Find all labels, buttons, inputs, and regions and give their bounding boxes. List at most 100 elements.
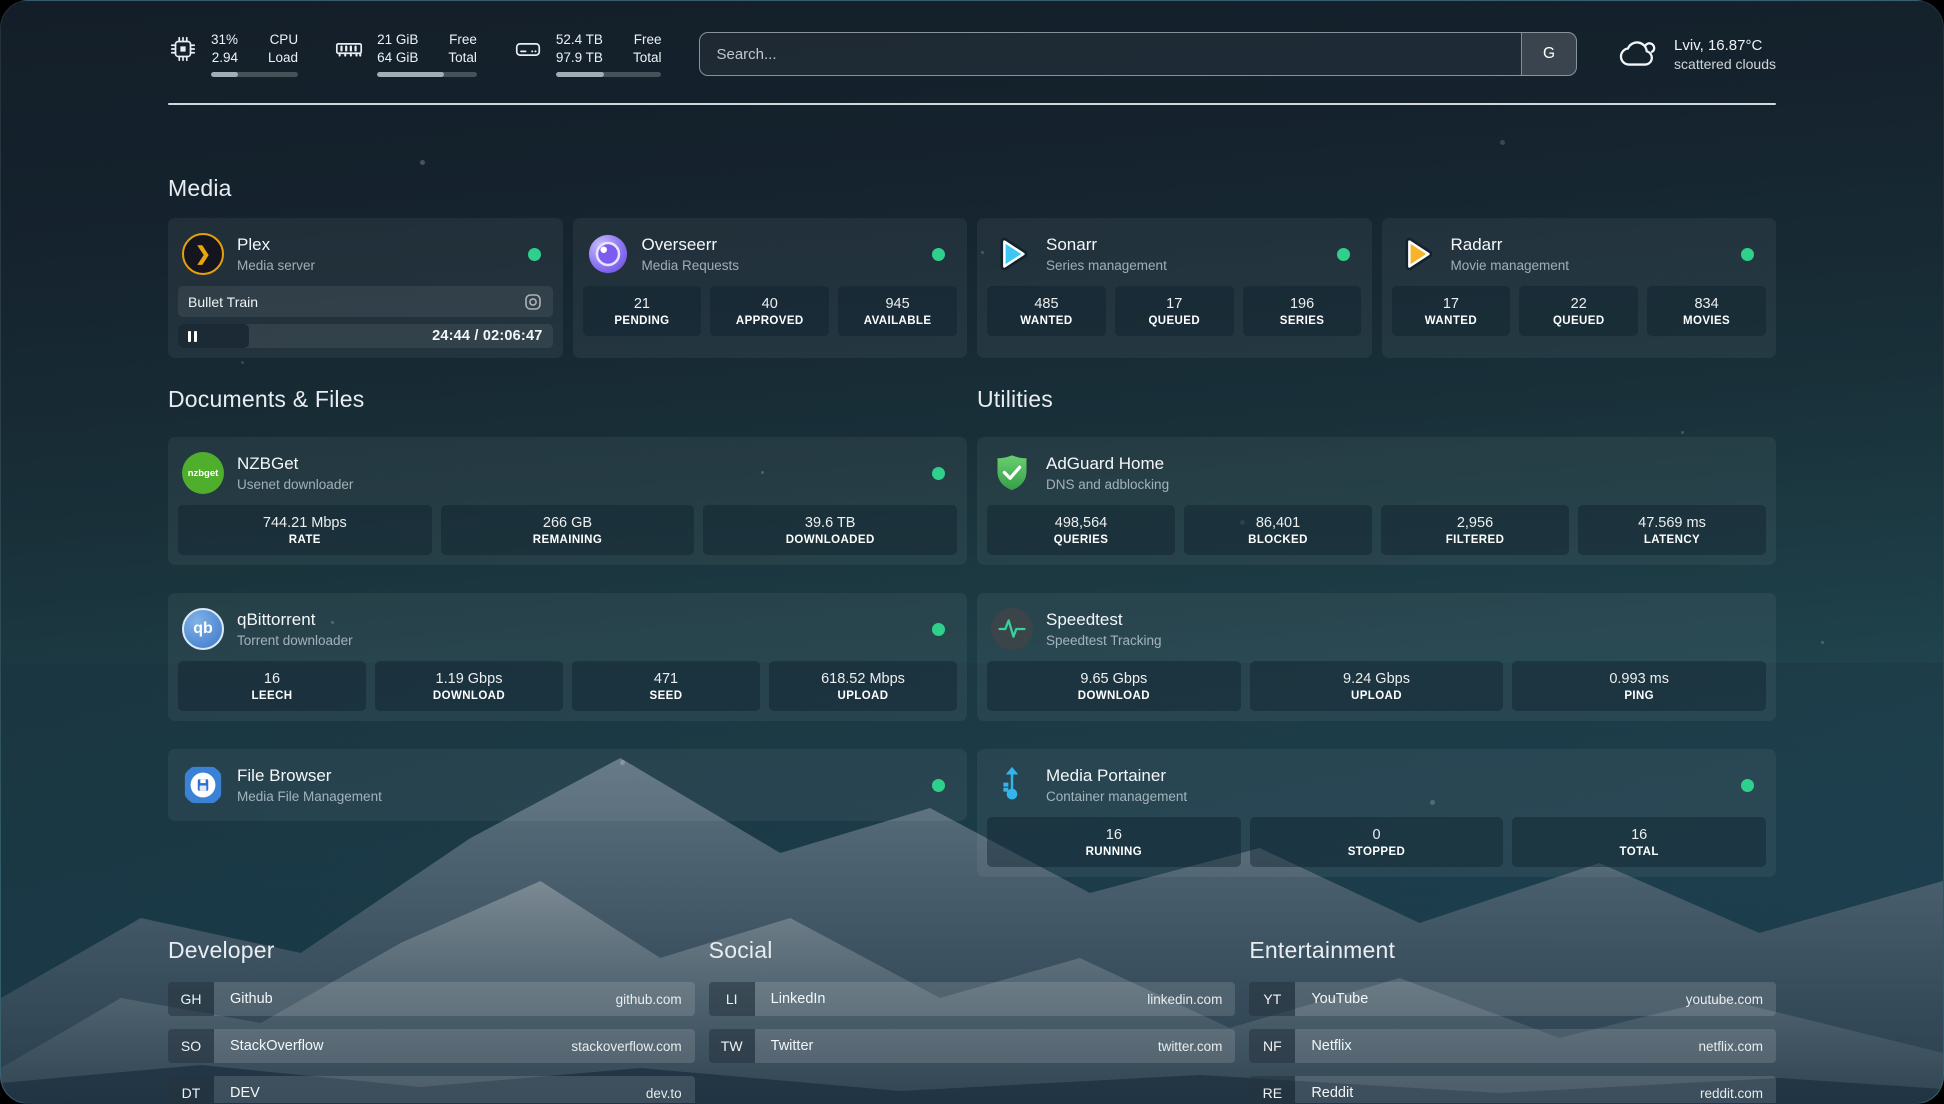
service-title: Sonarr: [1046, 235, 1167, 255]
now-playing-row: Bullet Train: [178, 286, 553, 317]
status-dot: [932, 623, 945, 636]
status-dot: [1741, 779, 1754, 792]
stat-box: 86,401BLOCKED: [1184, 505, 1372, 555]
search-provider-button[interactable]: G: [1521, 33, 1576, 75]
pause-button[interactable]: [188, 331, 197, 342]
bookmark-dev[interactable]: DT DEV dev.to: [168, 1076, 695, 1104]
service-title: File Browser: [237, 766, 382, 786]
section-heading-developer: Developer: [168, 937, 695, 964]
bookmark-linkedin[interactable]: LI LinkedIn linkedin.com: [709, 982, 1236, 1016]
bookmark-domain: reddit.com: [1700, 1086, 1776, 1101]
bookmark-twitter[interactable]: TW Twitter twitter.com: [709, 1029, 1236, 1063]
radarr-icon: [1396, 233, 1438, 275]
overseerr-icon: [587, 233, 629, 275]
status-dot: [1337, 248, 1350, 261]
service-title: Media Portainer: [1046, 766, 1187, 786]
top-bar: 31% 2.94 CPU Load: [168, 1, 1776, 77]
dashboard-screen: 31% 2.94 CPU Load: [0, 0, 1944, 1104]
bookmark-reddit[interactable]: RE Reddit reddit.com: [1249, 1076, 1776, 1104]
memory-total-value: 64 GiB: [377, 49, 418, 67]
stat-box: 9.65 GbpsDOWNLOAD: [987, 661, 1241, 711]
cpu-load-label: Load: [268, 49, 298, 67]
section-utilities: Utilities: [977, 386, 1776, 877]
bookmark-abbr: SO: [168, 1029, 214, 1063]
stat-box: 0STOPPED: [1250, 817, 1504, 867]
section-documents: Documents & Files nzbget NZBGet Usenet d…: [168, 386, 967, 877]
service-card-portainer[interactable]: Media Portainer Container management 16R…: [977, 749, 1776, 877]
bookmark-name: Github: [214, 991, 616, 1007]
header-divider: [168, 103, 1776, 105]
section-heading-entertainment: Entertainment: [1249, 937, 1776, 964]
service-title: Radarr: [1451, 235, 1570, 255]
cpu-stat: 31% 2.94 CPU Load: [168, 31, 298, 77]
section-developer: Developer GH Github github.com SO StackO…: [168, 937, 695, 1104]
service-subtitle: Media File Management: [237, 789, 382, 804]
service-card-sonarr[interactable]: Sonarr Series management 485WANTED 17QUE…: [977, 218, 1372, 358]
service-card-speedtest[interactable]: Speedtest Speedtest Tracking 9.65 GbpsDO…: [977, 593, 1776, 721]
stat-box: 1.19 GbpsDOWNLOAD: [375, 661, 563, 711]
status-dot: [528, 248, 541, 261]
section-heading-documents: Documents & Files: [168, 386, 967, 413]
bookmark-abbr: DT: [168, 1076, 214, 1104]
stat-box: 22QUEUED: [1519, 286, 1638, 336]
bookmark-domain: netflix.com: [1698, 1039, 1776, 1054]
stat-box: 21PENDING: [583, 286, 702, 336]
scattered-clouds-icon: [1615, 31, 1661, 77]
weather-condition: scattered clouds: [1674, 56, 1776, 72]
cpu-usage-label: CPU: [270, 31, 299, 49]
section-heading-social: Social: [709, 937, 1236, 964]
speedtest-icon: [991, 608, 1033, 650]
section-social: Social LI LinkedIn linkedin.com TW Twitt…: [709, 937, 1236, 1104]
bookmark-github[interactable]: GH Github github.com: [168, 982, 695, 1016]
service-subtitle: DNS and adblocking: [1046, 477, 1169, 492]
status-dot: [932, 248, 945, 261]
service-card-radarr[interactable]: Radarr Movie management 17WANTED 22QUEUE…: [1382, 218, 1777, 358]
bookmark-domain: github.com: [616, 992, 695, 1007]
cpu-icon: [168, 34, 198, 64]
search-input[interactable]: [700, 33, 1521, 75]
stat-box: 945AVAILABLE: [838, 286, 957, 336]
bookmark-domain: youtube.com: [1686, 992, 1776, 1007]
disk-free-value: 52.4 TB: [556, 31, 603, 49]
service-card-adguard[interactable]: AdGuard Home DNS and adblocking 498,564Q…: [977, 437, 1776, 565]
bookmark-netflix[interactable]: NF Netflix netflix.com: [1249, 1029, 1776, 1063]
status-dot: [932, 467, 945, 480]
bookmark-domain: stackoverflow.com: [571, 1039, 694, 1054]
service-card-nzbget[interactable]: nzbget NZBGet Usenet downloader 744.21 M…: [168, 437, 967, 565]
bookmark-stackoverflow[interactable]: SO StackOverflow stackoverflow.com: [168, 1029, 695, 1063]
stat-box: 17QUEUED: [1115, 286, 1234, 336]
sonarr-icon: [991, 233, 1033, 275]
service-card-plex[interactable]: ❯ Plex Media server Bullet Train: [168, 218, 563, 358]
now-playing-title: Bullet Train: [188, 294, 258, 310]
stat-box: 485WANTED: [987, 286, 1106, 336]
service-card-overseerr[interactable]: Overseerr Media Requests 21PENDING 40APP…: [573, 218, 968, 358]
portainer-icon: [991, 764, 1033, 806]
disk-stat: 52.4 TB 97.9 TB Free Total: [513, 31, 662, 77]
stat-box: 39.6 TBDOWNLOADED: [703, 505, 957, 555]
stat-box: 17WANTED: [1392, 286, 1511, 336]
service-card-filebrowser[interactable]: File Browser Media File Management: [168, 749, 967, 821]
playback-time: 24:44 / 02:06:47: [432, 324, 542, 348]
bookmark-name: LinkedIn: [755, 991, 1148, 1007]
bookmark-youtube[interactable]: YT YouTube youtube.com: [1249, 982, 1776, 1016]
weather-widget[interactable]: Lviv, 16.87°C scattered clouds: [1615, 31, 1776, 77]
disk-total-label: Total: [633, 49, 662, 67]
section-media: Media ❯ Plex Media server Bullet Train: [168, 175, 1776, 358]
service-subtitle: Series management: [1046, 258, 1167, 273]
service-card-qbittorrent[interactable]: qb qBittorrent Torrent downloader 16LEEC…: [168, 593, 967, 721]
stat-box: 2,956FILTERED: [1381, 505, 1569, 555]
stat-box: 834MOVIES: [1647, 286, 1766, 336]
bookmark-abbr: YT: [1249, 982, 1295, 1016]
disk-total-value: 97.9 TB: [556, 49, 603, 67]
status-dot: [1741, 248, 1754, 261]
service-subtitle: Media server: [237, 258, 315, 273]
system-stats: 31% 2.94 CPU Load: [168, 31, 661, 77]
memory-free-value: 21 GiB: [377, 31, 418, 49]
service-subtitle: Torrent downloader: [237, 633, 353, 648]
disk-free-label: Free: [634, 31, 662, 49]
bookmark-abbr: RE: [1249, 1076, 1295, 1104]
service-subtitle: Usenet downloader: [237, 477, 353, 492]
stat-box: 16LEECH: [178, 661, 366, 711]
stat-box: 266 GBREMAINING: [441, 505, 695, 555]
bookmark-domain: twitter.com: [1158, 1039, 1236, 1054]
